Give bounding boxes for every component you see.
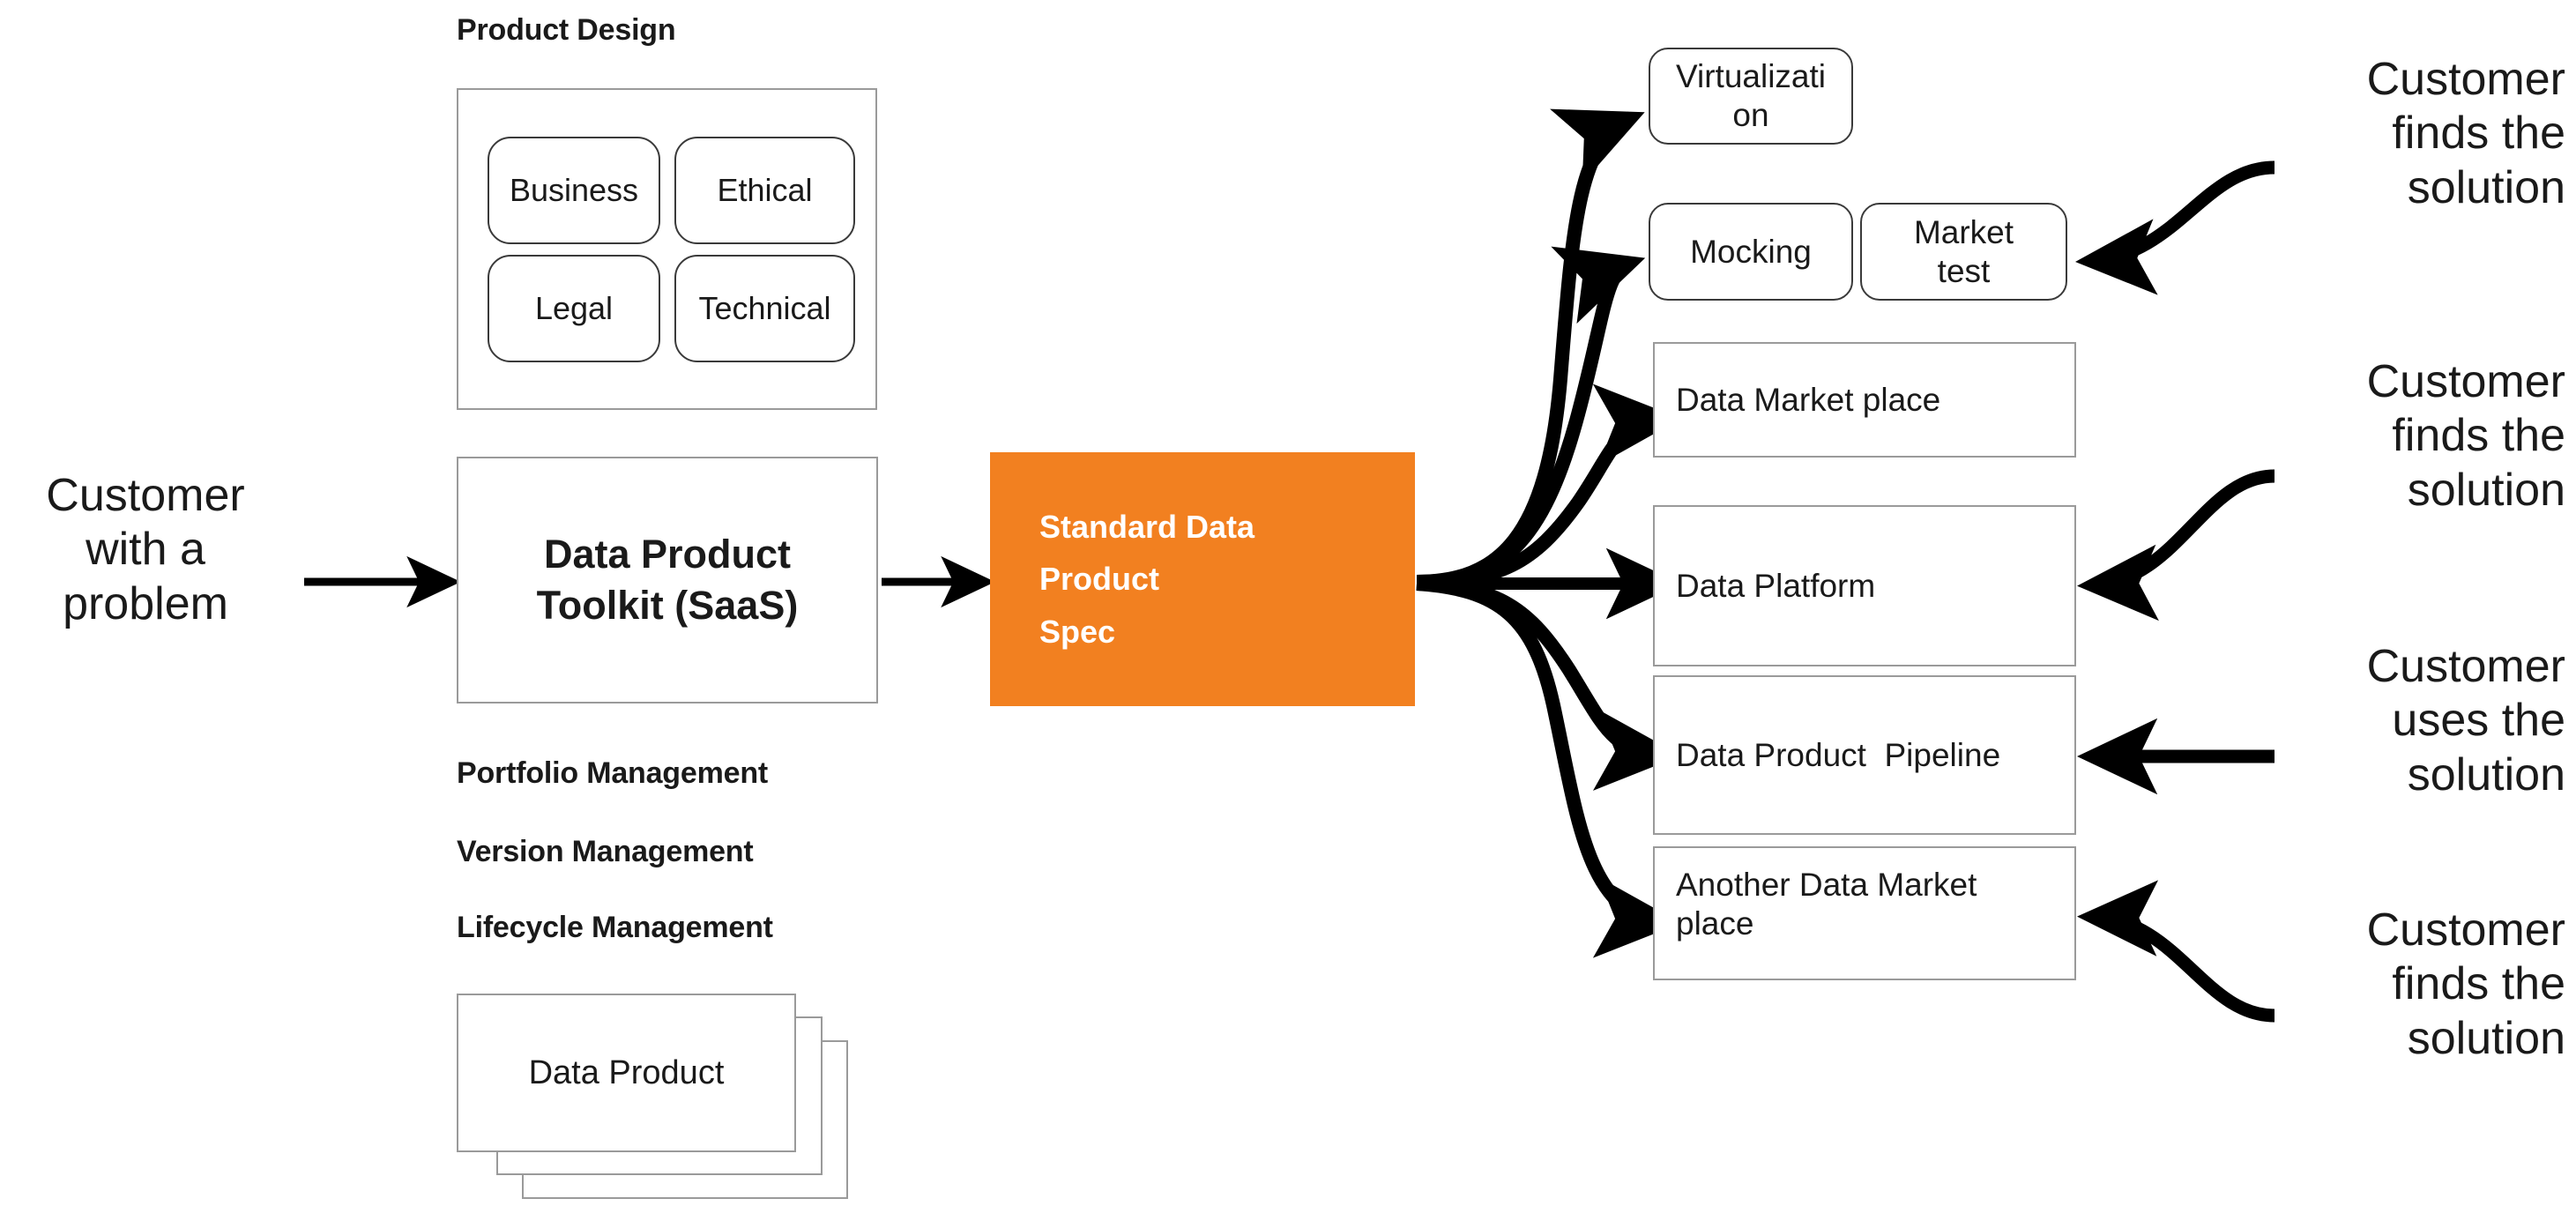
arrow-outcome4-to-another-data-market-place	[2077, 880, 2275, 1023]
output-mocking-label: Mocking	[1690, 233, 1812, 270]
facet-ethical[interactable]: Ethical	[674, 137, 855, 244]
output-data-product-pipeline[interactable]: Data Product Pipeline	[1653, 675, 2076, 835]
output-data-platform-label: Data Platform	[1676, 567, 1876, 604]
data-product-card-front[interactable]: Data Product	[457, 994, 796, 1152]
outcome-label-1: Customer finds the solution	[2366, 54, 2565, 213]
capability-portfolio-management: Portfolio Management	[457, 756, 769, 790]
output-another-data-market-place-label: Another Data Market place	[1676, 867, 1977, 942]
data-product-toolkit-label: Data Product Toolkit (SaaS)	[536, 531, 799, 629]
customer-with-problem-label: Customer with a problem	[46, 470, 245, 629]
arrow-spec-to-data-market-place	[1416, 383, 1682, 589]
product-design-heading: Product Design	[457, 13, 676, 47]
facet-business-label: Business	[509, 172, 639, 208]
facet-technical[interactable]: Technical	[674, 255, 855, 362]
output-mocking[interactable]: Mocking	[1649, 203, 1853, 301]
arrow-spec-to-another-data-market-place	[1416, 577, 1682, 958]
outcome-label-2: Customer finds the solution	[2366, 356, 2565, 516]
standard-data-product-spec-box[interactable]: Standard Data Product Spec	[990, 452, 1415, 706]
diagram-canvas: Customer with a problem Product Design B…	[0, 0, 2576, 1206]
output-market-test-label: Market test	[1913, 213, 2014, 289]
output-data-product-pipeline-label: Data Product Pipeline	[1676, 736, 2001, 773]
output-virtualization-label: Virtualizati on	[1675, 58, 1826, 133]
standard-data-product-spec-label: Standard Data Product Spec	[1039, 509, 1255, 650]
arrow-spec-to-virtualization	[1416, 108, 1645, 589]
data-product-card-label: Data Product	[528, 1053, 725, 1091]
arrow-outcome2-to-data-platform	[2077, 469, 2275, 622]
output-data-platform[interactable]: Data Platform	[1653, 505, 2076, 666]
capability-version-management: Version Management	[457, 835, 754, 868]
output-data-market-place-label: Data Market place	[1676, 381, 1941, 418]
output-market-test[interactable]: Market test	[1860, 203, 2067, 301]
output-data-market-place[interactable]: Data Market place	[1653, 342, 2076, 458]
facet-ethical-label: Ethical	[717, 172, 813, 208]
facet-business[interactable]: Business	[488, 137, 660, 244]
facet-technical-label: Technical	[698, 290, 831, 326]
arrow-spec-to-mocking	[1416, 246, 1646, 589]
data-product-toolkit-box[interactable]: Data Product Toolkit (SaaS)	[457, 457, 878, 704]
output-another-data-market-place[interactable]: Another Data Market place	[1653, 846, 2076, 980]
facet-legal[interactable]: Legal	[488, 255, 660, 362]
facet-legal-label: Legal	[534, 290, 614, 326]
arrow-spec-to-data-product-pipeline	[1416, 577, 1682, 791]
capability-lifecycle-management: Lifecycle Management	[457, 911, 773, 944]
outcome-label-3: Customer uses the solution	[2366, 641, 2565, 800]
outcome-label-4: Customer finds the solution	[2366, 904, 2565, 1064]
arrow-outcome1-to-market-test	[2075, 160, 2275, 295]
output-virtualization[interactable]: Virtualizati on	[1649, 48, 1853, 145]
